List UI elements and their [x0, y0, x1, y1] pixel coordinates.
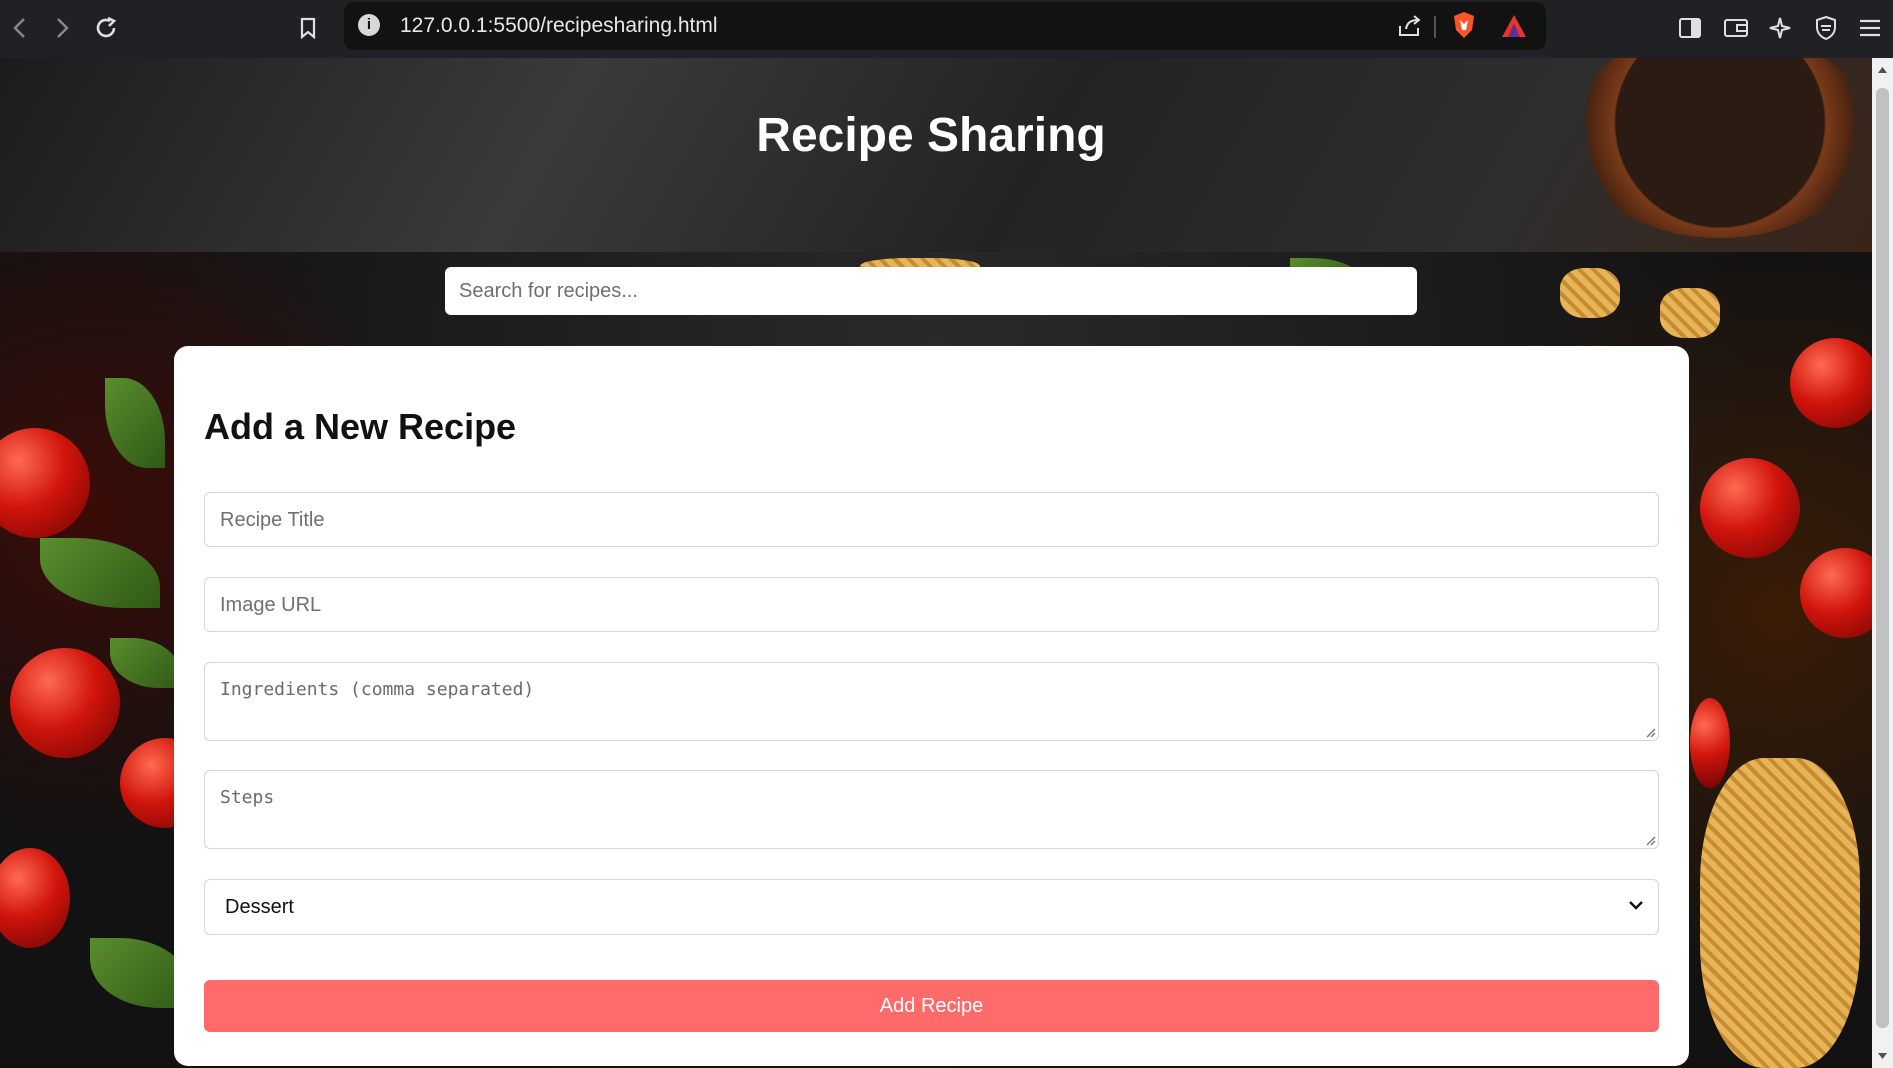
steps-placeholder: Steps — [220, 787, 275, 808]
page-header: Recipe Sharing — [0, 58, 1872, 252]
url-text[interactable]: 127.0.0.1:5500/recipesharing.html — [400, 14, 718, 38]
vpn-shield-icon[interactable] — [1812, 14, 1840, 42]
image-url-placeholder: Image URL — [220, 594, 322, 616]
share-icon[interactable] — [1396, 12, 1424, 40]
reload-icon[interactable] — [92, 14, 120, 42]
category-selected-value: Dessert — [225, 896, 294, 918]
resize-handle-icon[interactable] — [1644, 726, 1656, 738]
leo-ai-icon[interactable] — [1766, 14, 1794, 42]
scroll-thumb[interactable] — [1876, 88, 1889, 1028]
site-info-icon[interactable]: i — [358, 14, 380, 36]
tomato-decoration — [1700, 458, 1800, 558]
resize-handle-icon[interactable] — [1644, 834, 1656, 846]
wallet-icon[interactable] — [1722, 14, 1750, 42]
chevron-down-icon — [1629, 901, 1643, 910]
tomato-decoration — [1690, 698, 1730, 788]
address-bar[interactable]: i 127.0.0.1:5500/recipesharing.html — [344, 2, 1546, 50]
tomato-decoration — [1790, 338, 1872, 428]
ingredients-textarea[interactable]: Ingredients (comma separated) — [204, 662, 1659, 741]
bookmark-icon[interactable] — [294, 14, 322, 42]
page-scrollbar[interactable] — [1872, 58, 1893, 1068]
rewards-icon[interactable] — [1500, 12, 1528, 40]
recipe-title-placeholder: Recipe Title — [220, 509, 325, 531]
pasta-decoration — [1660, 288, 1720, 338]
back-icon[interactable] — [6, 14, 34, 42]
sidebar-toggle-icon[interactable] — [1676, 14, 1704, 42]
page-viewport: Recipe Sharing Search for recipes... Add… — [0, 58, 1872, 1068]
page-title: Recipe Sharing — [756, 109, 1106, 162]
form-heading: Add a New Recipe — [204, 406, 517, 447]
add-recipe-button[interactable]: Add Recipe — [204, 980, 1659, 1032]
search-placeholder: Search for recipes... — [459, 279, 638, 302]
brave-shield-icon[interactable] — [1450, 11, 1478, 39]
divider — [1434, 16, 1436, 38]
tomato-decoration — [10, 648, 120, 758]
add-recipe-card: Add a New Recipe Recipe Title Image URL … — [174, 346, 1689, 1066]
image-url-input[interactable]: Image URL — [204, 577, 1659, 632]
category-select[interactable]: Dessert — [204, 879, 1659, 935]
search-input[interactable]: Search for recipes... — [445, 267, 1417, 315]
forward-icon[interactable] — [48, 14, 76, 42]
scroll-down-icon[interactable] — [1877, 1052, 1888, 1060]
menu-icon[interactable] — [1856, 14, 1884, 42]
pasta-decoration — [1700, 758, 1860, 1068]
pasta-decoration — [1560, 268, 1620, 318]
ingredients-placeholder: Ingredients (comma separated) — [220, 679, 535, 700]
scroll-up-icon[interactable] — [1877, 66, 1888, 74]
steps-textarea[interactable]: Steps — [204, 770, 1659, 849]
browser-toolbar: i 127.0.0.1:5500/recipesharing.html — [0, 0, 1893, 58]
recipe-title-input[interactable]: Recipe Title — [204, 492, 1659, 547]
